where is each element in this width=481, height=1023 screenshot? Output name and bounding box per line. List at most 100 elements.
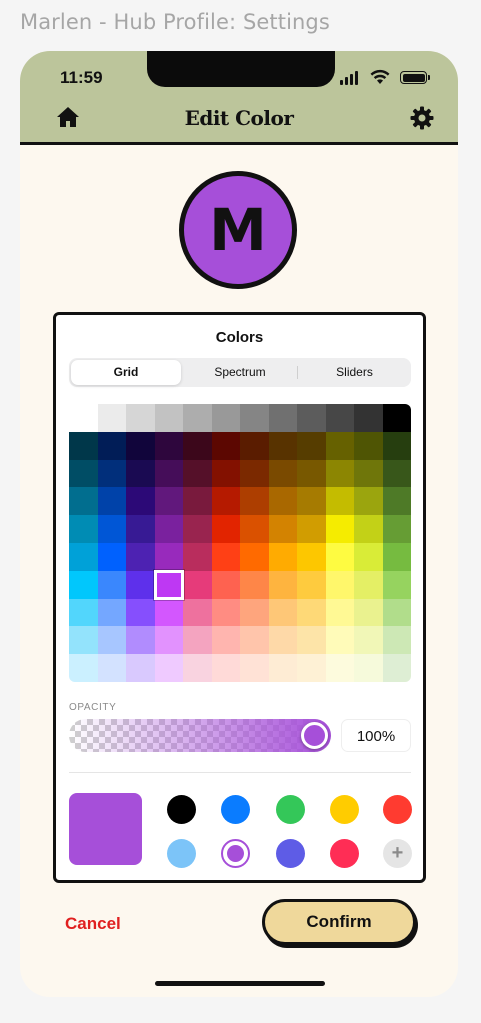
grid-color-cell[interactable] xyxy=(354,515,383,543)
grid-color-cell[interactable] xyxy=(126,654,155,682)
grid-color-cell[interactable] xyxy=(240,654,269,682)
grid-color-cell[interactable] xyxy=(268,570,297,599)
grid-color-cell[interactable] xyxy=(325,459,354,488)
grid-color-cell[interactable] xyxy=(382,515,411,543)
grid-color-cell[interactable] xyxy=(297,598,326,627)
grid-color-cell[interactable] xyxy=(354,431,383,460)
grid-color-cell[interactable] xyxy=(154,654,183,682)
grid-color-cell[interactable] xyxy=(154,626,183,655)
opacity-slider[interactable] xyxy=(69,719,331,752)
color-swatch[interactable] xyxy=(330,839,359,868)
grid-color-cell[interactable] xyxy=(126,487,155,516)
grid-color-cell[interactable] xyxy=(154,404,183,432)
grid-color-cell[interactable] xyxy=(211,598,240,627)
plus-icon[interactable]: + xyxy=(383,839,412,868)
grid-color-cell[interactable] xyxy=(382,542,411,571)
grid-color-cell[interactable] xyxy=(382,404,411,432)
grid-color-cell[interactable] xyxy=(97,542,126,571)
grid-color-cell[interactable] xyxy=(382,598,411,627)
grid-color-cell[interactable] xyxy=(154,515,183,543)
grid-color-cell[interactable] xyxy=(240,487,269,516)
grid-color-cell[interactable] xyxy=(154,459,183,488)
grid-color-cell[interactable] xyxy=(297,487,326,516)
grid-color-cell[interactable] xyxy=(154,487,183,516)
grid-color-cell[interactable] xyxy=(354,404,383,432)
grid-color-cell[interactable] xyxy=(297,459,326,488)
grid-color-cell[interactable] xyxy=(240,542,269,571)
grid-color-cell[interactable] xyxy=(69,459,98,488)
grid-color-cell[interactable] xyxy=(240,598,269,627)
grid-color-cell[interactable] xyxy=(240,459,269,488)
grid-color-cell[interactable] xyxy=(69,404,98,432)
grid-color-cell[interactable] xyxy=(126,542,155,571)
grid-color-cell[interactable] xyxy=(297,431,326,460)
grid-color-cell[interactable] xyxy=(126,570,155,599)
color-swatch[interactable] xyxy=(276,839,305,868)
grid-color-cell[interactable] xyxy=(325,654,354,682)
grid-color-cell[interactable] xyxy=(183,654,212,682)
grid-color-cell[interactable] xyxy=(240,515,269,543)
grid-color-cell[interactable] xyxy=(183,431,212,460)
grid-color-cell[interactable] xyxy=(183,487,212,516)
grid-color-cell[interactable] xyxy=(183,542,212,571)
grid-color-cell[interactable] xyxy=(325,487,354,516)
grid-color-cell[interactable] xyxy=(382,654,411,682)
grid-color-cell[interactable] xyxy=(211,654,240,682)
opacity-slider-thumb[interactable] xyxy=(301,722,328,749)
grid-color-cell[interactable] xyxy=(382,487,411,516)
grid-color-cell[interactable] xyxy=(126,598,155,627)
grid-color-cell[interactable] xyxy=(97,487,126,516)
grid-color-cell[interactable] xyxy=(325,404,354,432)
grid-color-cell[interactable] xyxy=(97,598,126,627)
grid-color-cell[interactable] xyxy=(354,542,383,571)
grid-color-cell[interactable] xyxy=(126,459,155,488)
grid-color-cell[interactable] xyxy=(126,626,155,655)
grid-color-cell[interactable] xyxy=(268,404,297,432)
color-swatch[interactable] xyxy=(167,795,196,824)
grid-color-cell[interactable] xyxy=(69,542,98,571)
tab-spectrum[interactable]: Spectrum xyxy=(183,358,297,387)
grid-color-cell[interactable] xyxy=(240,404,269,432)
grid-color-cell[interactable] xyxy=(69,598,98,627)
grid-color-cell[interactable] xyxy=(183,404,212,432)
grid-color-cell[interactable] xyxy=(97,515,126,543)
grid-color-cell[interactable] xyxy=(97,654,126,682)
grid-color-cell[interactable] xyxy=(354,626,383,655)
grid-color-cell[interactable] xyxy=(126,404,155,432)
grid-color-cell[interactable] xyxy=(325,542,354,571)
grid-color-cell[interactable] xyxy=(69,487,98,516)
grid-color-cell[interactable] xyxy=(354,598,383,627)
grid-color-cell[interactable] xyxy=(297,515,326,543)
grid-color-cell[interactable] xyxy=(154,542,183,571)
grid-color-cell[interactable] xyxy=(325,626,354,655)
color-swatch[interactable] xyxy=(221,795,250,824)
grid-color-cell[interactable] xyxy=(183,598,212,627)
grid-color-cell[interactable] xyxy=(268,515,297,543)
grid-color-cell[interactable] xyxy=(69,626,98,655)
grid-color-cell[interactable] xyxy=(354,487,383,516)
grid-color-cell[interactable] xyxy=(211,626,240,655)
grid-color-cell[interactable] xyxy=(183,459,212,488)
grid-color-cell[interactable] xyxy=(297,404,326,432)
grid-color-cell[interactable] xyxy=(297,542,326,571)
grid-color-cell[interactable] xyxy=(325,431,354,460)
grid-color-cell[interactable] xyxy=(211,431,240,460)
grid-color-cell[interactable] xyxy=(240,431,269,460)
grid-color-cell[interactable] xyxy=(268,654,297,682)
cancel-button[interactable]: Cancel xyxy=(65,914,121,934)
color-grid[interactable] xyxy=(69,404,411,682)
grid-color-cell[interactable] xyxy=(268,542,297,571)
swatch-selected[interactable] xyxy=(221,839,250,868)
confirm-button[interactable]: Confirm xyxy=(262,899,416,945)
grid-color-cell[interactable] xyxy=(69,570,98,599)
grid-color-cell[interactable] xyxy=(240,626,269,655)
color-swatch[interactable] xyxy=(276,795,305,824)
grid-color-cell[interactable] xyxy=(268,598,297,627)
grid-color-cell[interactable] xyxy=(211,404,240,432)
grid-color-cell[interactable] xyxy=(268,626,297,655)
color-swatch[interactable] xyxy=(330,795,359,824)
grid-color-cell[interactable] xyxy=(211,487,240,516)
grid-color-cell[interactable] xyxy=(382,431,411,460)
tab-sliders[interactable]: Sliders xyxy=(298,358,411,387)
grid-color-cell[interactable] xyxy=(97,431,126,460)
